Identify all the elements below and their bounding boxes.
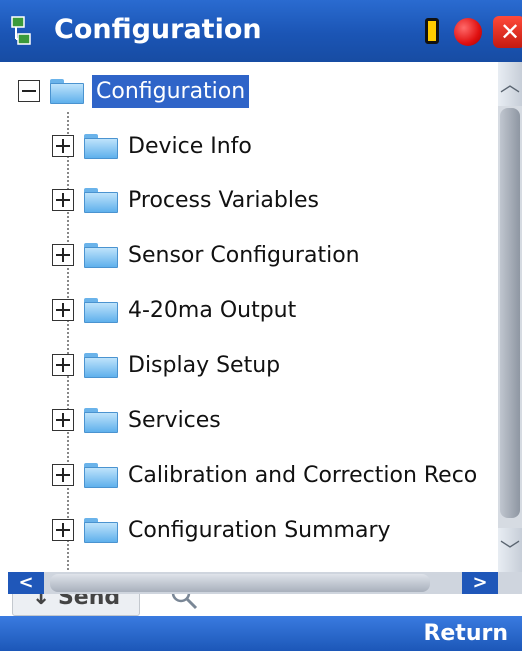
tree-node-label: Configuration [92,74,250,108]
tree-node-root[interactable]: Configuration [18,71,250,111]
tree-node-label: Configuration Summary [128,517,391,543]
return-softkey[interactable]: Return [423,616,508,651]
vertical-scrollbar[interactable]: ︿ ﹀ [498,62,522,572]
folder-icon [84,517,118,543]
folder-icon [84,352,118,378]
expand-icon[interactable] [52,409,74,431]
scrollbar-corner [498,572,522,594]
collapse-icon[interactable] [18,80,40,102]
search-icon[interactable] [170,594,198,610]
tree-node-label: Process Variables [128,187,319,213]
expand-icon[interactable] [52,299,74,321]
expand-icon[interactable] [52,244,74,266]
expand-icon[interactable] [52,189,74,211]
app-icon [11,16,31,45]
tree-node-process-variables[interactable]: Process Variables [52,180,319,220]
folder-icon [84,297,118,323]
toolbar: ↓ Send [0,594,522,616]
tree-node-display-setup[interactable]: Display Setup [52,345,280,385]
tree-node-label: Display Setup [128,352,281,378]
vertical-scroll-thumb[interactable] [500,108,520,518]
tree-node-label: Sensor Configuration [128,242,360,268]
window-title: Configuration [54,14,262,45]
tree-node-label: 4-20ma Output [128,297,297,323]
tree-node-4-20ma-output[interactable]: 4-20ma Output [52,290,296,330]
tree-node-label: Device Info [128,133,252,159]
tree-node-label: Services [128,407,221,433]
send-button[interactable]: ↓ Send [12,594,140,616]
tree-node-sensor-configuration[interactable]: Sensor Configuration [52,235,360,275]
config-tree[interactable]: Configuration Device Info Process Variab… [8,62,498,572]
expand-icon[interactable] [52,135,74,157]
horizontal-scrollbar[interactable]: < > [8,572,498,594]
expand-icon[interactable] [52,354,74,376]
tree-node-services[interactable]: Services [52,400,221,440]
title-bar: Configuration ✕ [0,0,522,62]
close-icon[interactable]: ✕ [493,16,522,48]
folder-icon [50,78,84,104]
tree-node-label: Calibration and Correction Reco [128,462,478,488]
scroll-left-button[interactable]: < [8,572,44,594]
expand-icon[interactable] [52,519,74,541]
folder-icon [84,462,118,488]
horizontal-scroll-thumb[interactable] [50,574,430,592]
scroll-down-button[interactable]: ﹀ [498,528,522,572]
battery-icon [425,18,439,44]
scroll-up-button[interactable]: ︿ [498,62,522,106]
scroll-right-button[interactable]: > [462,572,498,594]
tree-node-calibration[interactable]: Calibration and Correction Reco [52,455,477,495]
tree-node-configuration-summary[interactable]: Configuration Summary [52,510,391,550]
folder-icon [84,407,118,433]
tree-node-device-info[interactable]: Device Info [52,126,252,166]
folder-icon [84,133,118,159]
record-icon[interactable] [454,18,482,46]
folder-icon [84,242,118,268]
softkey-bar: Return [0,616,522,651]
expand-icon[interactable] [52,464,74,486]
folder-icon [84,187,118,213]
